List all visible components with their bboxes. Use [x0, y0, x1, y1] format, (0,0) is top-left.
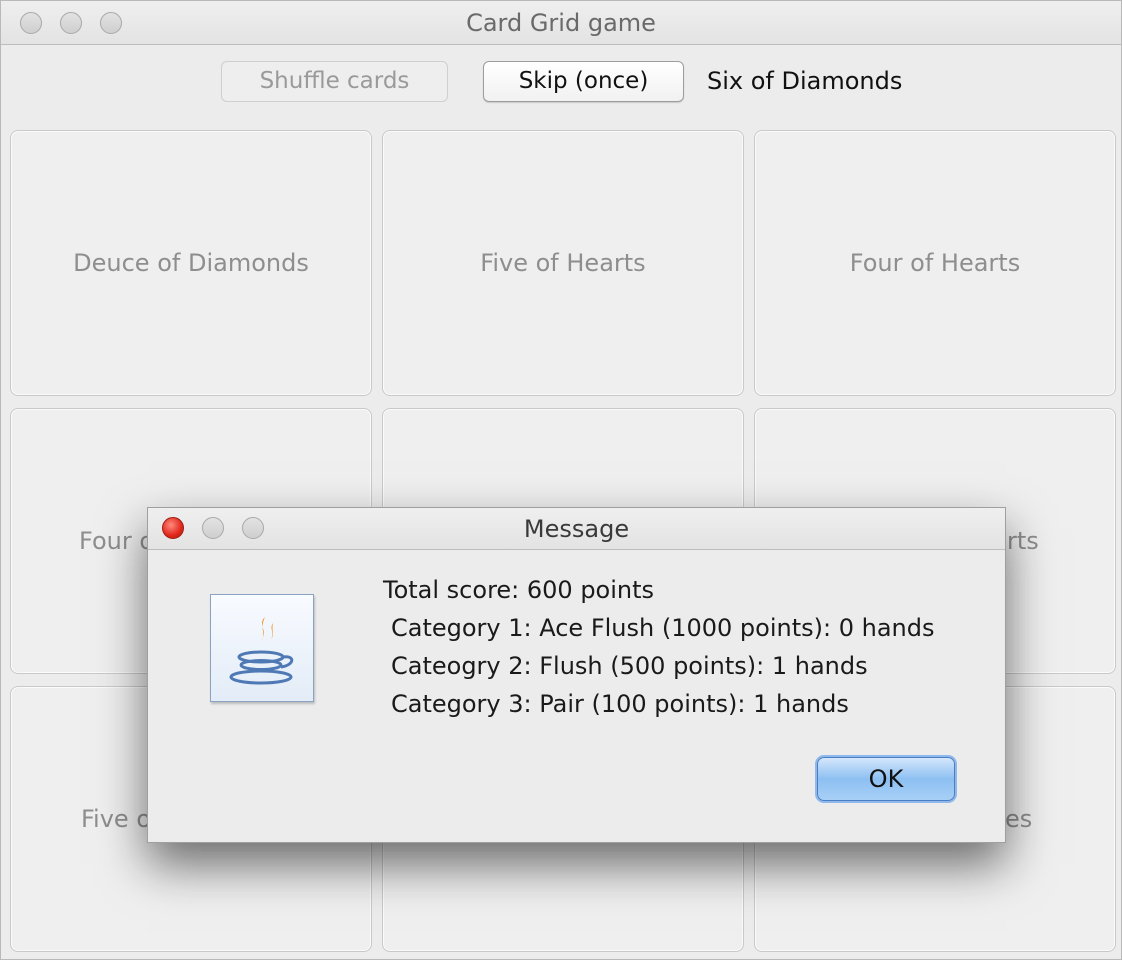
card-cell-2[interactable]: Five of Hearts — [382, 130, 744, 396]
category-3-text: Category 3: Pair (100 points): 1 hands — [391, 690, 849, 718]
card-label: rts — [1007, 527, 1039, 555]
card-label: es — [1005, 805, 1033, 833]
card-cell-3[interactable]: Four of Hearts — [754, 130, 1116, 396]
shuffle-cards-button[interactable]: Shuffle cards — [221, 61, 448, 102]
message-dialog: Message Total score: 600 points Category… — [147, 507, 1006, 843]
card-label: Four of Hearts — [849, 249, 1021, 277]
card-label: Four o — [79, 527, 155, 555]
java-coffee-icon — [210, 594, 314, 702]
window-titlebar: Card Grid game — [1, 1, 1121, 45]
dialog-titlebar: Message — [148, 508, 1005, 550]
category-2-text: Cateogry 2: Flush (500 points): 1 hands — [391, 652, 868, 680]
card-label: Five o — [81, 805, 152, 833]
total-score-text: Total score: 600 points — [383, 576, 655, 604]
card-label: Five of Hearts — [480, 249, 646, 277]
window-title: Card Grid game — [466, 9, 656, 37]
dialog-title: Message — [523, 515, 630, 543]
card-cell-1[interactable]: Deuce of Diamonds — [10, 130, 372, 396]
skip-once-button[interactable]: Skip (once) — [483, 61, 684, 102]
category-1-text: Category 1: Ace Flush (1000 points): 0 h… — [391, 614, 935, 642]
card-label: Deuce of Diamonds — [73, 249, 309, 277]
ok-button[interactable]: OK — [817, 757, 955, 801]
current-card-label: Six of Diamonds — [707, 67, 903, 95]
